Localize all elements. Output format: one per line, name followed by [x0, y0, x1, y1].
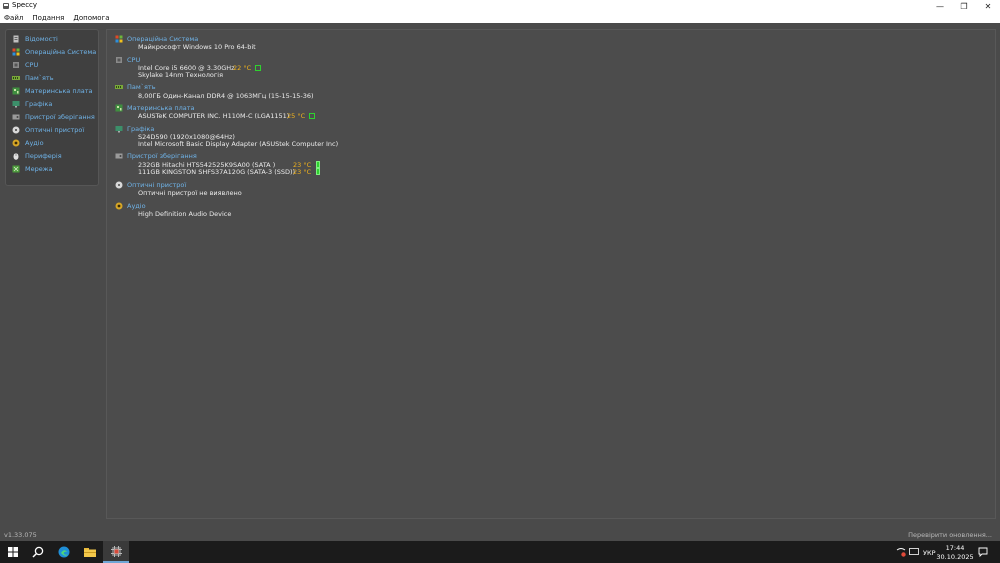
graphics-icon [115, 126, 123, 133]
audio-icon [12, 139, 20, 146]
taskbar-speccy[interactable] [103, 541, 129, 563]
section-title-os[interactable]: Операційна Система [127, 35, 198, 43]
sidebar-item-label: Материнська плата [25, 86, 93, 95]
sidebar-item-label: Пам`ять [25, 73, 54, 82]
optical-status: Оптичні пристрої не виявлено [138, 189, 242, 197]
section-title-ram[interactable]: Пам`ять [127, 83, 156, 91]
minimize-icon: — [936, 1, 944, 11]
ram-icon [12, 75, 20, 80]
menu-help[interactable]: Допомога [73, 14, 109, 22]
speccy-app-icon [3, 3, 9, 9]
speccy-app-icon [110, 545, 122, 557]
cpu-icon [13, 61, 19, 68]
ram-details: 8,00ГБ Один-Канал DDR4 @ 1063МГц (15-15-… [138, 92, 314, 100]
clock-time[interactable]: 17:44 [940, 544, 970, 552]
sidebar-item-label: Аудіо [25, 138, 44, 147]
motherboard-temperature: 25 °C [287, 112, 306, 120]
cpu-technology: Skylake 14nm Технологія [138, 71, 223, 79]
audio-device: High Definition Audio Device [138, 210, 232, 218]
motherboard-temp-indicator [309, 113, 315, 119]
restore-icon: ❐ [960, 1, 968, 11]
os-name: Майкрософт Windows 10 Pro 64-bit [138, 43, 256, 51]
cpu-temp-indicator [255, 65, 261, 71]
sidebar-item-label: Оптичні пристрої [25, 125, 85, 134]
sidebar-item-label: Периферія [25, 151, 62, 160]
section-title-motherboard[interactable]: Материнська плата [127, 104, 195, 112]
edge-browser-icon [58, 546, 70, 558]
display-adapter: Intel Microsoft Basic Display Adapter (A… [138, 140, 339, 148]
audio-icon [115, 202, 123, 210]
menu-view[interactable]: Подання [32, 14, 64, 22]
taskbar: УКР 17:44 30.10.2025 [0, 541, 1000, 563]
sidebar-item-storage[interactable]: Пристрої зберігання [12, 111, 95, 122]
peripheral-icon [13, 152, 19, 160]
version-label: v1.33.075 [4, 531, 37, 539]
sidebar-item-motherboard[interactable]: Материнська плата [12, 85, 93, 96]
sidebar-item-label: Пристрої зберігання [25, 112, 95, 121]
section-title-audio[interactable]: Аудіо [127, 202, 146, 210]
windows-icon [12, 48, 20, 55]
storage-temp-indicator [316, 168, 320, 175]
storage-drive: 111GB KINGSTON SHFS37A120G (SATA-3 (SSD)… [138, 168, 296, 176]
restore-button[interactable]: ❐ [952, 0, 976, 12]
windows-icon [115, 35, 123, 43]
storage-temp-indicator [316, 161, 320, 168]
motherboard-icon [115, 104, 123, 112]
motherboard-icon [12, 87, 20, 94]
close-icon: ✕ [984, 1, 992, 11]
sidebar-item-ram[interactable]: Пам`ять [12, 72, 54, 83]
sidebar-item-label: Операційна Система [25, 47, 97, 56]
optical-disc-icon [12, 126, 20, 133]
sidebar-item-label: CPU [25, 60, 39, 69]
folder-icon [84, 548, 96, 557]
taskbar-file-explorer[interactable] [77, 541, 103, 563]
cpu-temperature: 22 °C [233, 64, 252, 72]
storage-icon [12, 114, 20, 119]
motherboard-model: ASUSTeK COMPUTER INC. H110M-C (LGA1151) [138, 112, 290, 120]
section-title-optical[interactable]: Оптичні пристрої [127, 181, 186, 189]
sidebar-item-audio[interactable]: Аудіо [12, 137, 44, 148]
graphics-icon [12, 100, 20, 107]
minimize-button[interactable]: — [928, 0, 952, 12]
section-title-graphics[interactable]: Графіка [127, 125, 154, 133]
sidebar-item-peripherals[interactable]: Периферія [12, 150, 62, 161]
clock-date[interactable]: 30.10.2025 [936, 553, 974, 561]
sidebar-item-os[interactable]: Операційна Система [12, 46, 96, 57]
sidebar-item-label: Відомості [25, 34, 58, 43]
title-bar: Speccy — ❐ ✕ [0, 0, 1000, 12]
sidebar-item-label: Графіка [25, 99, 53, 108]
network-icon [12, 165, 20, 172]
section-title-cpu[interactable]: CPU [127, 56, 140, 64]
storage-drive-temperature: 23 °C [293, 168, 312, 176]
storage-icon [115, 153, 123, 159]
menu-bar: Файл Подання Допомога [0, 12, 1000, 23]
sidebar-item-network[interactable]: Мережа [12, 163, 53, 174]
sidebar-item-optical[interactable]: Оптичні пристрої [12, 124, 84, 135]
close-button[interactable]: ✕ [976, 0, 1000, 12]
sidebar-item-summary[interactable]: Відомості [12, 33, 58, 44]
sidebar-item-label: Мережа [25, 164, 53, 173]
network-status-icon[interactable] [896, 548, 906, 557]
cpu-icon [116, 57, 122, 63]
check-updates-link[interactable]: Перевірити оновлення... [908, 531, 992, 539]
windows-start-icon [8, 547, 18, 557]
menu-file[interactable]: Файл [4, 14, 23, 22]
sidebar: Відомості Операційна Система CPU Пам`ять… [5, 29, 99, 186]
sidebar-item-cpu[interactable]: CPU [12, 59, 38, 70]
status-bar: v1.33.075 Перевірити оновлення... [0, 530, 1000, 541]
window-title: Speccy [12, 1, 38, 9]
language-indicator[interactable]: УКР [923, 549, 936, 557]
ram-icon [115, 85, 123, 89]
search-icon [32, 546, 44, 558]
display-tray-icon[interactable] [909, 548, 919, 556]
optical-disc-icon [115, 181, 123, 189]
summary-panel: Операційна Система Майкрософт Windows 10… [106, 29, 996, 519]
start-button[interactable] [0, 541, 26, 563]
sidebar-item-graphics[interactable]: Графіка [12, 98, 52, 109]
taskbar-edge[interactable] [51, 541, 77, 563]
notification-icon[interactable] [978, 547, 988, 557]
search-button[interactable] [25, 541, 51, 563]
section-title-storage[interactable]: Пристрої зберігання [127, 152, 197, 160]
summary-icon [13, 35, 19, 42]
